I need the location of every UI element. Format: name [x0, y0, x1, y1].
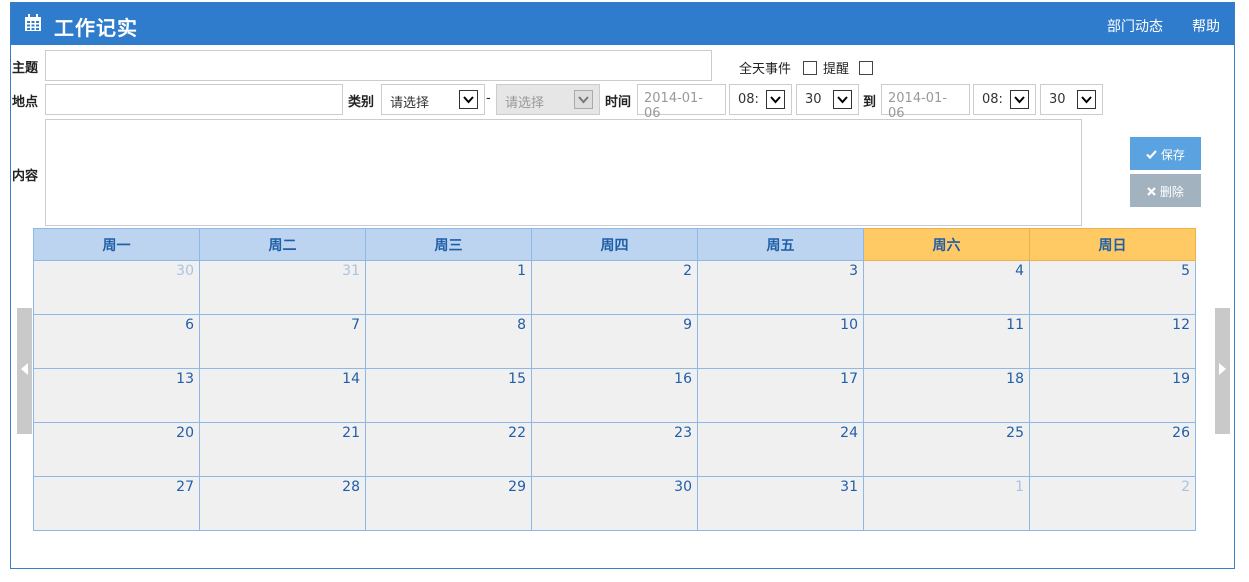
save-button-label: 保存: [1160, 148, 1185, 162]
page-title: 工作记实: [54, 16, 138, 40]
chevron-down-icon: [1010, 90, 1029, 109]
end-minute-value: 30: [1049, 92, 1066, 107]
day-cell[interactable]: 4: [863, 260, 1030, 315]
chevron-down-icon: [459, 90, 478, 109]
start-date-input[interactable]: 2014-01-06: [637, 84, 726, 121]
day-cell[interactable]: 16: [531, 368, 698, 423]
week-row: 30 31 1 2 3 4 5: [33, 260, 1196, 315]
day-cell[interactable]: 24: [697, 422, 864, 477]
day-cell[interactable]: 11: [863, 314, 1030, 369]
day-cell[interactable]: 2: [531, 260, 698, 315]
weekend-header: 周日: [1029, 228, 1196, 261]
prev-month-button[interactable]: [17, 308, 32, 434]
subcategory-select: 请选择: [496, 84, 600, 115]
day-cell[interactable]: 21: [199, 422, 366, 477]
day-cell[interactable]: 1: [863, 476, 1030, 531]
delete-button-label: 删除: [1159, 185, 1184, 199]
week-row: 6 7 8 9 10 11 12: [33, 314, 1196, 369]
weekday-header: 周一: [33, 228, 200, 261]
day-cell[interactable]: 9: [531, 314, 698, 369]
day-cell[interactable]: 17: [697, 368, 864, 423]
header-bar: 工作记实 部门动态 帮助: [11, 3, 1234, 45]
day-cell[interactable]: 3: [697, 260, 864, 315]
help-link[interactable]: 帮助: [1192, 16, 1220, 36]
day-cell[interactable]: 18: [863, 368, 1030, 423]
start-minute-select[interactable]: 30: [796, 84, 859, 115]
location-input[interactable]: [45, 84, 343, 115]
week-row: 27 28 29 30 31 1 2: [33, 476, 1196, 531]
allday-checkbox[interactable]: [803, 61, 817, 75]
category-separator: -: [486, 91, 491, 106]
week-row: 20 21 22 23 24 25 26: [33, 422, 1196, 477]
remind-checkbox[interactable]: [859, 61, 873, 75]
delete-button[interactable]: 删除: [1130, 174, 1201, 207]
chevron-down-icon: [574, 90, 593, 109]
check-icon: [1146, 150, 1157, 160]
remind-label: 提醒: [823, 62, 850, 77]
allday-label: 全天事件: [739, 62, 792, 77]
day-cell[interactable]: 29: [365, 476, 532, 531]
day-cell[interactable]: 26: [1029, 422, 1196, 477]
day-cell[interactable]: 20: [33, 422, 200, 477]
chevron-right-icon: [1219, 363, 1226, 375]
month-calendar: 周一 周二 周三 周四 周五 周六 周日 30 31 1 2 3 4 5 6 7: [33, 228, 1196, 531]
day-cell[interactable]: 25: [863, 422, 1030, 477]
start-hour-value: 08:: [738, 92, 759, 107]
end-hour-value: 08:: [982, 92, 1003, 107]
chevron-left-icon: [21, 363, 28, 375]
day-cell[interactable]: 12: [1029, 314, 1196, 369]
weekend-header: 周六: [863, 228, 1030, 261]
day-cell[interactable]: 5: [1029, 260, 1196, 315]
location-label: 地点: [12, 95, 39, 110]
weekday-header: 周二: [199, 228, 366, 261]
chevron-down-icon: [1077, 90, 1096, 109]
day-cell[interactable]: 31: [697, 476, 864, 531]
weekday-header-row: 周一 周二 周三 周四 周五 周六 周日: [33, 228, 1196, 261]
subject-label: 主题: [12, 61, 39, 76]
weekday-header: 周五: [697, 228, 864, 261]
subcategory-select-value: 请选择: [505, 96, 545, 111]
end-date-input[interactable]: 2014-01-06: [881, 84, 970, 121]
weekday-header: 周三: [365, 228, 532, 261]
day-cell[interactable]: 19: [1029, 368, 1196, 423]
day-cell[interactable]: 6: [33, 314, 200, 369]
end-hour-select[interactable]: 08:: [973, 84, 1036, 115]
day-cell[interactable]: 31: [199, 260, 366, 315]
day-cell[interactable]: 14: [199, 368, 366, 423]
category-select-value: 请选择: [390, 96, 430, 111]
weekday-header: 周四: [531, 228, 698, 261]
work-record-panel: 工作记实 部门动态 帮助 主题 全天事件 提醒 地点 类别 请选择 - 请选择 …: [10, 2, 1235, 569]
subject-input[interactable]: [45, 50, 712, 81]
chevron-down-icon: [833, 90, 852, 109]
start-minute-value: 30: [805, 92, 822, 107]
content-label: 内容: [12, 169, 39, 184]
end-minute-select[interactable]: 30: [1040, 84, 1103, 115]
content-textarea[interactable]: [45, 119, 1082, 226]
day-cell[interactable]: 10: [697, 314, 864, 369]
category-label: 类别: [348, 95, 375, 110]
calendar-icon: [24, 14, 42, 32]
category-select[interactable]: 请选择: [381, 84, 485, 115]
day-cell[interactable]: 15: [365, 368, 532, 423]
day-cell[interactable]: 1: [365, 260, 532, 315]
save-button[interactable]: 保存: [1130, 137, 1201, 170]
time-label: 时间: [605, 95, 632, 110]
close-icon: [1147, 187, 1156, 196]
start-hour-select[interactable]: 08:: [729, 84, 792, 115]
day-cell[interactable]: 8: [365, 314, 532, 369]
day-cell[interactable]: 28: [199, 476, 366, 531]
day-cell[interactable]: 30: [531, 476, 698, 531]
day-cell[interactable]: 7: [199, 314, 366, 369]
to-label: 到: [863, 95, 877, 110]
day-cell[interactable]: 27: [33, 476, 200, 531]
next-month-button[interactable]: [1215, 308, 1230, 434]
day-cell[interactable]: 22: [365, 422, 532, 477]
day-cell[interactable]: 2: [1029, 476, 1196, 531]
week-row: 13 14 15 16 17 18 19: [33, 368, 1196, 423]
chevron-down-icon: [766, 90, 785, 109]
day-cell[interactable]: 23: [531, 422, 698, 477]
dept-news-link[interactable]: 部门动态: [1107, 16, 1163, 36]
day-cell[interactable]: 13: [33, 368, 200, 423]
day-cell[interactable]: 30: [33, 260, 200, 315]
